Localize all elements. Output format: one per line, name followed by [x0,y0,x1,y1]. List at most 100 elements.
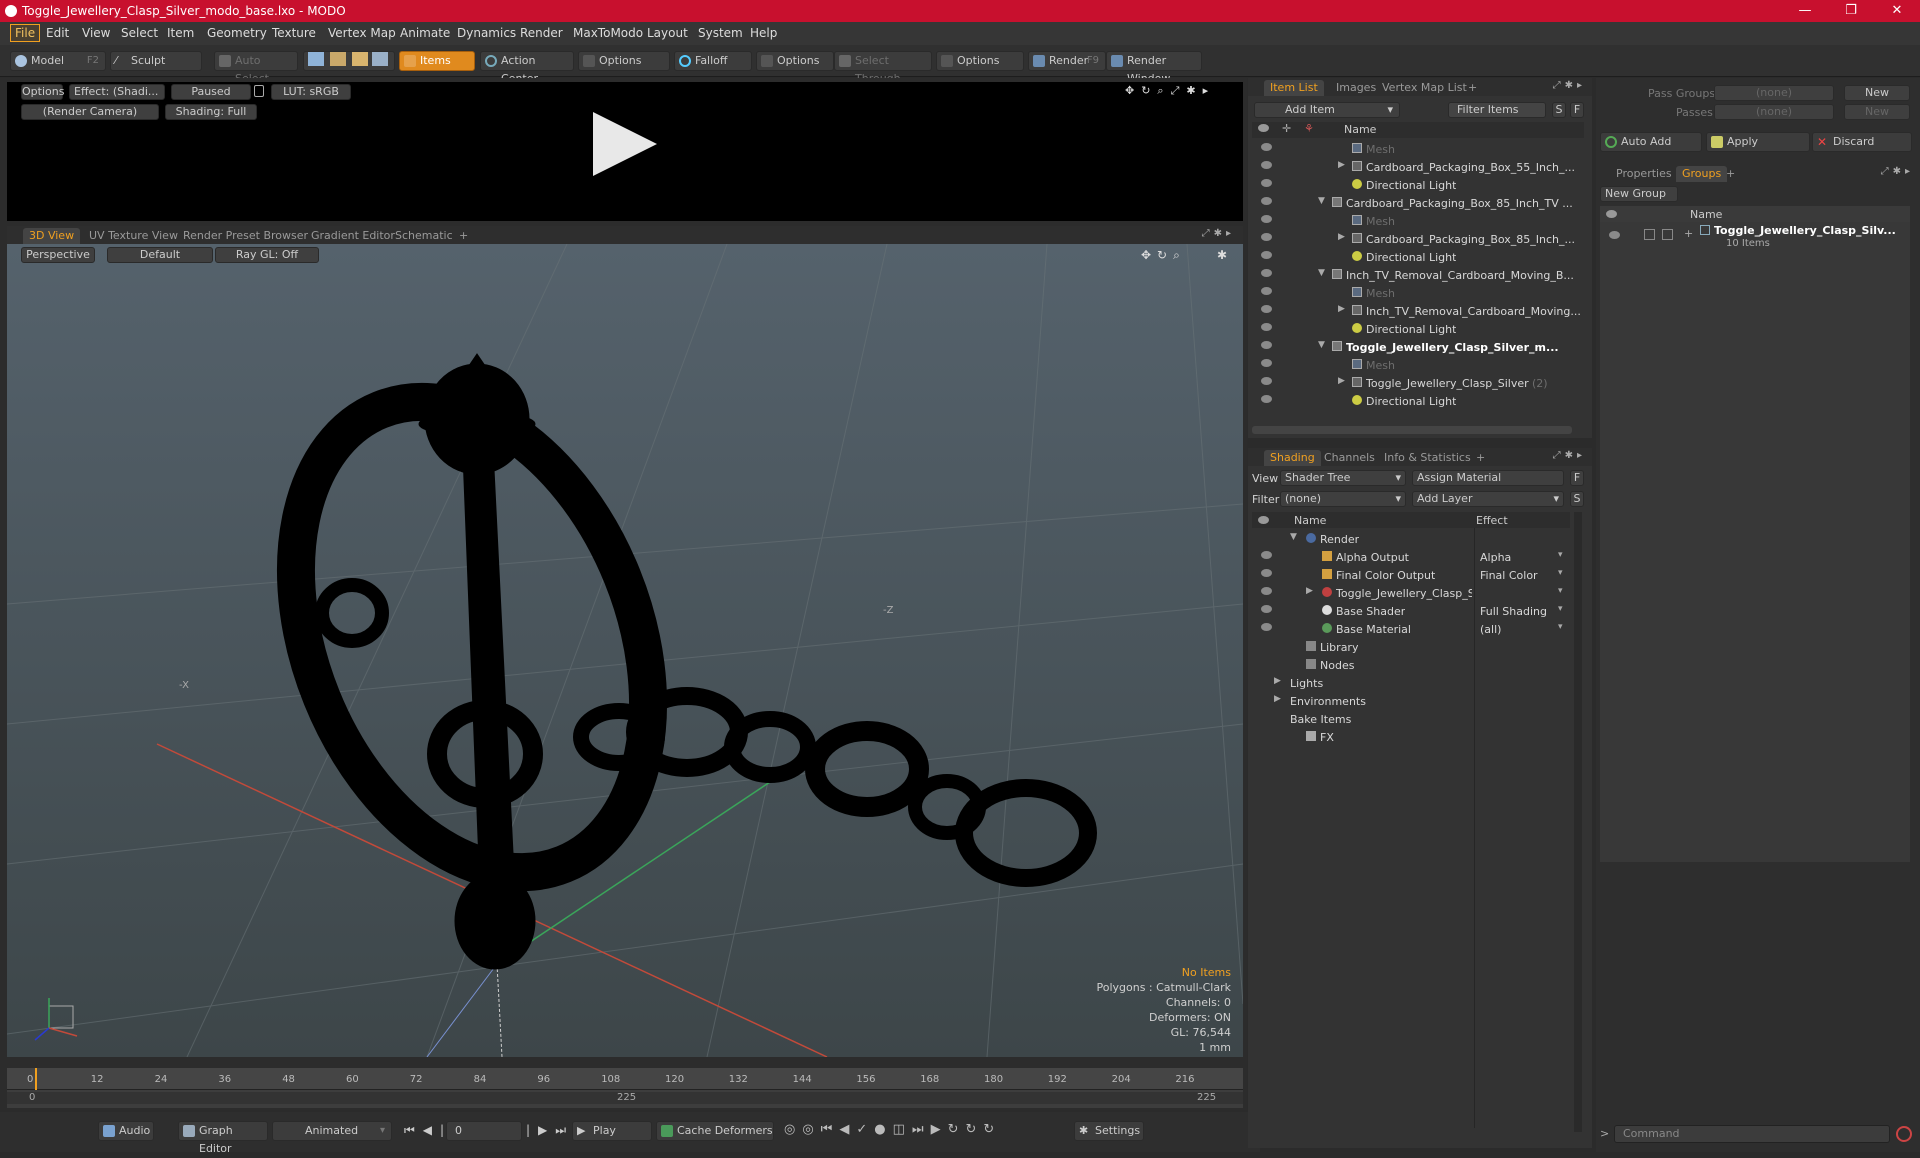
visibility-eye-icon[interactable] [1261,179,1272,187]
auto-add-button[interactable]: Auto Add [1600,132,1702,152]
shader-effect-value[interactable]: (all) [1480,623,1501,636]
settings-button[interactable]: ✱ Settings [1074,1121,1144,1141]
menu-maxtomodo[interactable]: MaxToModo [569,26,647,40]
pass-groups-dropdown[interactable]: (none) [1714,85,1834,101]
select-through-options-button[interactable]: Options [936,51,1024,71]
item-list-row[interactable]: ▼ Cardboard_Packaging_Box_85_Inch_TV ... [1252,194,1578,212]
shader-tree-row[interactable]: Base Shader Full Shading ▾ [1252,602,1570,620]
model-mode-button[interactable]: Model F2 [10,51,106,71]
items-mode-button[interactable]: Items [399,51,475,71]
view-dropdown[interactable]: Shader Tree ▾ [1280,470,1406,486]
visibility-eye-icon[interactable] [1261,143,1272,151]
visibility-eye-icon[interactable] [1261,551,1272,559]
tab-render-preset-browser[interactable]: Render Preset Browser [177,228,314,244]
preview-nav-icons[interactable]: ✥↻⌕⤢✱▸ [1125,84,1235,98]
effect-dropdown-arrow-icon[interactable]: ▾ [1558,604,1563,614]
item-list-row[interactable]: ▼ Inch_TV_Removal_Cardboard_Moving_B... [1252,266,1578,284]
tab-item-list[interactable]: Item List [1264,80,1324,96]
minimize-button[interactable]: — [1782,0,1828,22]
close-button[interactable]: ✕ [1874,0,1920,22]
menu-render[interactable]: Render [516,26,567,40]
add-item-dropdown[interactable]: Add Item ▾ [1254,102,1400,118]
expand-arrow-icon[interactable]: ▶ [1274,694,1281,704]
new-pass-group-button[interactable]: New [1844,85,1910,101]
menu-help[interactable]: Help [746,26,781,40]
item-list-row[interactable]: ▼ Toggle_Jewellery_Clasp_Silver_m... [1252,338,1578,356]
tab-schematic[interactable]: Schematic [389,228,459,244]
material-mode-icon[interactable] [372,52,388,66]
menu-dynamics[interactable]: Dynamics [453,26,520,40]
effect-dropdown-arrow-icon[interactable]: ▾ [1558,568,1563,578]
item-list-row[interactable]: Directional Light [1252,320,1578,338]
preview-effect-dropdown[interactable]: Effect: (Shadi... [69,84,165,100]
group-name[interactable]: Toggle_Jewellery_Clasp_Silv... [1714,224,1896,237]
panel-expand-icon[interactable]: ⤢✱▸ [1553,80,1586,91]
polygon-mode-icon[interactable] [352,52,368,66]
key-tools-icons[interactable]: ◎◎⏮◀✓●◫⏭▶↻↻↻ [784,1122,1001,1137]
item-list-row[interactable]: ▶ Cardboard_Packaging_Box_55_Inch_... [1252,158,1578,176]
play-icon[interactable] [593,112,657,176]
menu-layout[interactable]: Layout [643,26,692,40]
filter-s-button[interactable]: S [1552,102,1566,118]
expand-arrow-icon[interactable]: ▶ [1338,376,1345,386]
item-list-row[interactable]: ▶ Inch_TV_Removal_Cardboard_Moving... [1252,302,1581,320]
item-list-row[interactable]: Mesh [1252,212,1578,230]
falloff-button[interactable]: Falloff [674,51,752,71]
collapse-arrow-icon[interactable]: ▼ [1318,196,1325,206]
tab-properties[interactable]: Properties [1610,166,1678,182]
tab-images[interactable]: Images [1330,80,1382,96]
visibility-eye-icon[interactable] [1261,323,1272,331]
menu-item[interactable]: Item [163,26,198,40]
shader-tree-row[interactable]: ▶ Lights [1252,674,1570,692]
shader-effect-value[interactable]: Full Shading [1480,605,1547,618]
effect-dropdown-arrow-icon[interactable]: ▾ [1558,622,1563,632]
menu-vertex-map[interactable]: Vertex Map [324,26,400,40]
record-macro-icon[interactable] [1896,1126,1912,1142]
visibility-eye-icon[interactable] [1261,197,1272,205]
visibility-eye-icon[interactable] [1261,623,1272,631]
visibility-eye-icon[interactable] [1261,287,1272,295]
audio-button[interactable]: Audio [98,1121,154,1141]
add-layer-dropdown[interactable]: Add Layer ▾ [1412,491,1564,507]
menu-select[interactable]: Select [117,26,162,40]
collapse-arrow-icon[interactable]: ▼ [1318,268,1325,278]
visibility-eye-icon[interactable] [1261,569,1272,577]
expand-arrow-icon[interactable]: ▶ [1338,160,1345,170]
tab-add[interactable]: + [453,228,474,244]
menu-file[interactable]: File [10,24,41,42]
select-through-button[interactable]: Select Through [834,51,932,85]
preview-paused-button[interactable]: Paused [171,84,251,100]
expand-arrow-icon[interactable]: ▶ [1338,304,1345,314]
preview-camera-dropdown[interactable]: (Render Camera) [21,104,159,120]
expand-arrow-icon[interactable]: ▶ [1338,232,1345,242]
render-window-button[interactable]: Render Window [1106,51,1202,85]
shading-scrollbar[interactable] [1574,512,1582,1132]
visibility-eye-icon[interactable] [1261,269,1272,277]
falloff-options-button[interactable]: Options [756,51,834,71]
visibility-eye-icon[interactable] [1261,359,1272,367]
shading-f-button[interactable]: F [1570,470,1584,486]
item-list-row[interactable]: Directional Light [1252,392,1578,410]
frame-input[interactable]: 0 [446,1121,522,1141]
action-center-button[interactable]: Action Center [480,51,574,85]
tab-add-shading[interactable]: + [1470,450,1491,466]
next-key-icons[interactable]: |▶⏭ [526,1123,574,1138]
new-pass-button[interactable]: New [1844,104,1910,120]
shader-tree-row[interactable]: Nodes [1252,656,1570,674]
expand-arrow-icon[interactable]: ▶ [1274,676,1281,686]
panel-expand-icon[interactable]: ⤢✱▸ [1881,166,1914,177]
item-list-row[interactable]: Directional Light [1252,176,1578,194]
tab-expand-icon[interactable]: ⤢✱▸ [1202,228,1235,239]
shader-tree-row[interactable]: Final Color Output Final Color ▾ [1252,566,1570,584]
passes-dropdown[interactable]: (none) [1714,104,1834,120]
tab-channels[interactable]: Channels [1318,450,1381,466]
lock-icon[interactable] [254,85,264,97]
prev-key-icons[interactable]: ⏮◀| [404,1123,452,1138]
expand-arrow-icon[interactable]: ▶ [1306,586,1313,596]
group-checkbox-2[interactable] [1662,229,1673,240]
shader-tree-row[interactable]: Base Material (all) ▾ [1252,620,1570,638]
sculpt-mode-button[interactable]: ⁄ Sculpt [110,51,202,71]
preview-lut-dropdown[interactable]: LUT: sRGB [271,84,351,100]
command-input[interactable]: Command [1614,1125,1890,1143]
action-center-options-button[interactable]: Options [578,51,670,71]
